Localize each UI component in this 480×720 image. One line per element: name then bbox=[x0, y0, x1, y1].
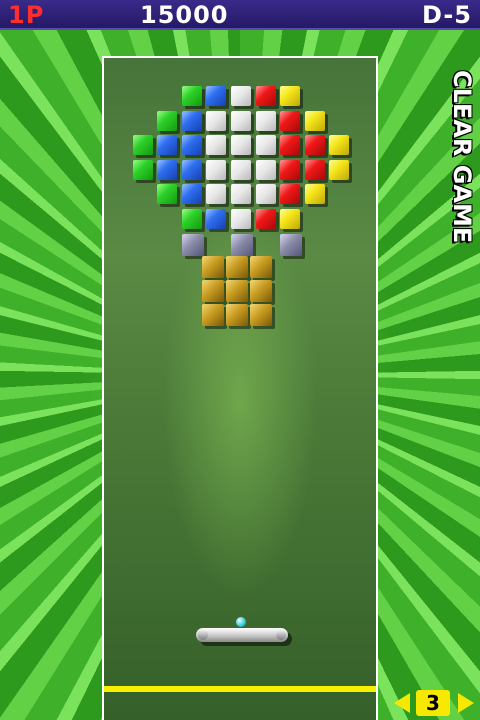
brick-gold bbox=[226, 304, 248, 326]
brick-blue bbox=[157, 160, 177, 180]
brick-gold bbox=[226, 256, 248, 278]
brick-white bbox=[256, 135, 276, 155]
brick-green bbox=[157, 184, 177, 204]
brick-gold bbox=[202, 280, 224, 302]
arrow-left-icon bbox=[394, 693, 410, 713]
brick-green bbox=[133, 135, 153, 155]
score-display: 15000 bbox=[140, 1, 229, 29]
lives-count: 3 bbox=[416, 690, 450, 716]
brick-white bbox=[231, 135, 251, 155]
brick-gold bbox=[202, 304, 224, 326]
hud-bar: 1P 15000 D-5 bbox=[0, 0, 480, 30]
brick-green bbox=[182, 86, 202, 106]
paddle-right-cap bbox=[276, 630, 286, 640]
brick-red bbox=[256, 209, 276, 229]
brick-gold bbox=[202, 256, 224, 278]
brick-yellow bbox=[329, 135, 349, 155]
brick-white bbox=[231, 209, 251, 229]
brick-white bbox=[231, 86, 251, 106]
brick-blue bbox=[182, 184, 202, 204]
brick-white bbox=[256, 111, 276, 131]
brick-blue bbox=[182, 111, 202, 131]
brick-yellow bbox=[280, 209, 300, 229]
brick-gray bbox=[280, 234, 302, 256]
clear-game-button[interactable]: CLEAR GAME bbox=[448, 70, 480, 310]
brick-white bbox=[256, 184, 276, 204]
brick-blue bbox=[206, 86, 226, 106]
brick-blue bbox=[157, 135, 177, 155]
brick-blue bbox=[182, 160, 202, 180]
brick-gold bbox=[226, 280, 248, 302]
brick-green bbox=[157, 111, 177, 131]
stage-indicator: D-5 bbox=[421, 1, 472, 29]
brick-blue bbox=[182, 135, 202, 155]
clear-game-label: CLEAR GAME bbox=[448, 70, 476, 244]
brick-gray bbox=[231, 234, 253, 256]
brick-gray bbox=[182, 234, 204, 256]
brick-gold bbox=[250, 304, 272, 326]
brick-yellow bbox=[305, 111, 325, 131]
brick-yellow bbox=[305, 184, 325, 204]
brick-white bbox=[231, 111, 251, 131]
brick-red bbox=[280, 111, 300, 131]
brick-red bbox=[305, 135, 325, 155]
paddle-left-cap bbox=[198, 630, 208, 640]
brick-red bbox=[280, 184, 300, 204]
brick-red bbox=[280, 160, 300, 180]
brick-white bbox=[256, 160, 276, 180]
brick-red bbox=[305, 160, 325, 180]
brick-green bbox=[133, 160, 153, 180]
player-indicator: 1P bbox=[8, 1, 45, 29]
brick-white bbox=[206, 135, 226, 155]
brick-green bbox=[182, 209, 202, 229]
brick-red bbox=[256, 86, 276, 106]
bottom-barrier bbox=[104, 686, 376, 692]
brick-white bbox=[206, 184, 226, 204]
paddle[interactable] bbox=[196, 628, 288, 642]
brick-red bbox=[280, 135, 300, 155]
brick-gold bbox=[250, 280, 272, 302]
brick-blue bbox=[206, 209, 226, 229]
brick-white bbox=[231, 160, 251, 180]
brick-gold bbox=[250, 256, 272, 278]
lives-indicator: 3 bbox=[392, 690, 476, 716]
brick-yellow bbox=[329, 160, 349, 180]
ball bbox=[236, 617, 246, 627]
arrow-right-icon bbox=[458, 693, 474, 713]
brick-yellow bbox=[280, 86, 300, 106]
brick-white bbox=[206, 160, 226, 180]
brick-white bbox=[206, 111, 226, 131]
brick-white bbox=[231, 184, 251, 204]
